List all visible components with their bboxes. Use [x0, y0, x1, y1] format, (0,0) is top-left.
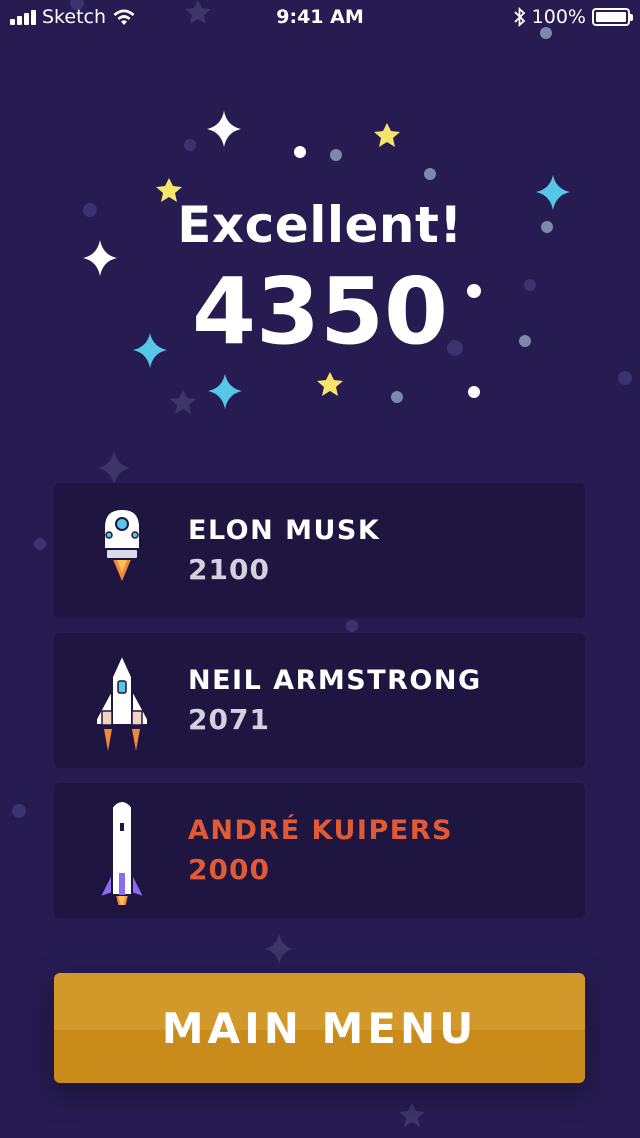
bluetooth-icon: [514, 7, 525, 27]
result-heading: Excellent!: [177, 196, 463, 254]
final-score: 4350: [191, 258, 449, 365]
status-right: 100%: [514, 6, 633, 28]
leaderboard-entry: NEIL ARMSTRONG 2071: [54, 633, 585, 768]
capsule-rocket-icon: [103, 507, 141, 581]
tall-rocket-icon: [98, 800, 146, 905]
main-menu-button[interactable]: MAIN MENU: [54, 973, 585, 1083]
leaderboard-entry-highlighted: ANDRÉ KUIPERS 2000: [54, 783, 585, 918]
battery-percentage: 100%: [531, 6, 586, 28]
player-score: 2000: [188, 853, 270, 886]
player-name: ANDRÉ KUIPERS: [188, 815, 453, 846]
player-name: NEIL ARMSTRONG: [188, 665, 482, 696]
leaderboard-entry: ELON MUSK 2100: [54, 483, 585, 618]
battery-icon: [592, 8, 633, 26]
player-name: ELON MUSK: [188, 515, 381, 546]
shuttle-icon: [95, 652, 149, 751]
player-score: 2100: [188, 553, 270, 586]
status-bar: Sketch 9:41 AM 100%: [0, 0, 640, 40]
player-score: 2071: [188, 703, 270, 736]
